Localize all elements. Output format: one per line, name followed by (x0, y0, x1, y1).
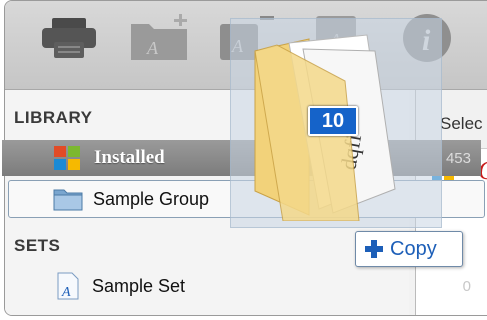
sidebar-item-label: Sample Group (93, 188, 210, 209)
drag-count-badge: 10 (308, 106, 358, 136)
plus-icon (364, 239, 384, 259)
windows-logo-icon (54, 146, 80, 170)
sidebar-item-label: Installed (94, 147, 165, 168)
font-file-icon: A (57, 272, 79, 300)
sidebar-item-sample-set[interactable]: A Sample Set 0 (6, 268, 481, 304)
svg-text:A: A (146, 38, 159, 58)
copy-label: Copy (390, 237, 437, 260)
item-count: 453 (445, 149, 471, 167)
printer-icon[interactable] (39, 13, 99, 63)
item-count: 0 (462, 277, 471, 295)
svg-text:A: A (61, 285, 71, 300)
copy-action-tooltip: Copy (355, 231, 463, 267)
content-header-text: Selec (440, 114, 483, 133)
new-folder-icon[interactable]: A (125, 13, 195, 63)
sidebar-item-label: Sample Set (92, 275, 186, 296)
folder-icon (53, 189, 83, 211)
sets-heading: SETS (14, 236, 61, 255)
library-heading: LIBRARY (14, 108, 93, 127)
